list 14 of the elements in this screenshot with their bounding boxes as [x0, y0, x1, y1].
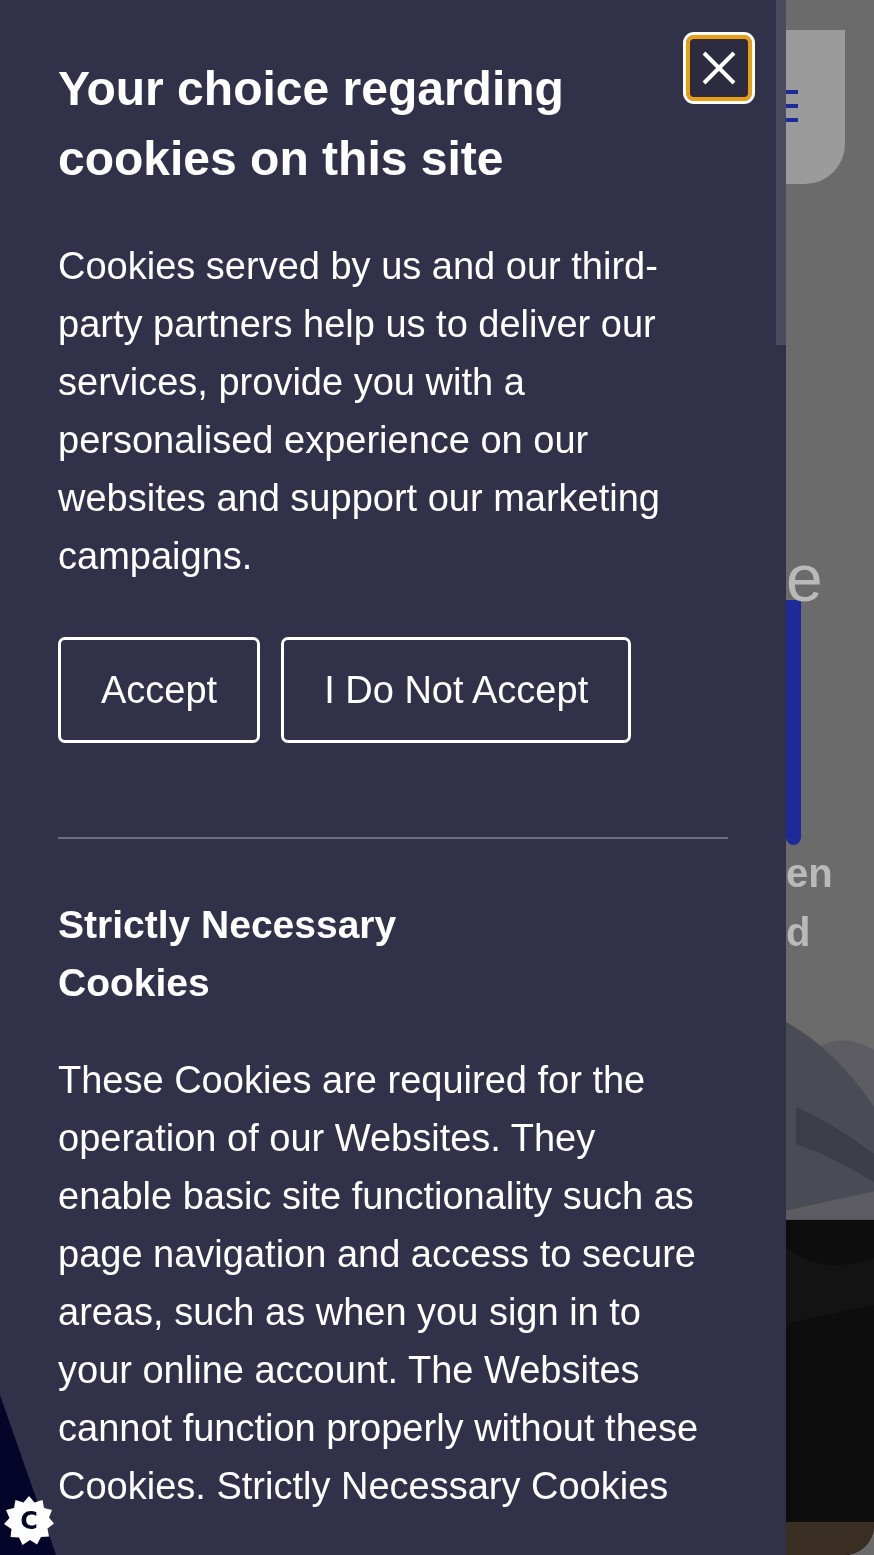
dialog-title: Your choice regarding cookies on this site — [58, 61, 565, 187]
background-text: en — [786, 853, 833, 893]
section-heading: Strictly Necessary Cookies — [58, 902, 398, 1006]
background-text: e — [786, 545, 823, 611]
close-icon — [702, 51, 736, 85]
menu-card[interactable] — [786, 30, 845, 184]
intro-text: Cookies served by us and our third-party partners help us to deliver our services, provide you with a personalised experience on our websites and support our marketing campaigns. — [58, 244, 661, 579]
consent-button[interactable]: Accept — [58, 637, 261, 743]
menu-icon — [786, 90, 798, 122]
background-text: d — [786, 912, 811, 952]
section-text: These Cookies are required for the operation of our Websites. They enable basic site functionality such as page navigation and access to secure areas, such as when you sign in to your online account. The Websites cannot function properly without these Cookies. Strictly Necessary Cookies — [58, 1058, 700, 1509]
close-button[interactable] — [686, 35, 752, 101]
scrollbar[interactable] — [776, 0, 786, 345]
consent-button[interactable]: I Do Not Accept — [281, 637, 632, 743]
